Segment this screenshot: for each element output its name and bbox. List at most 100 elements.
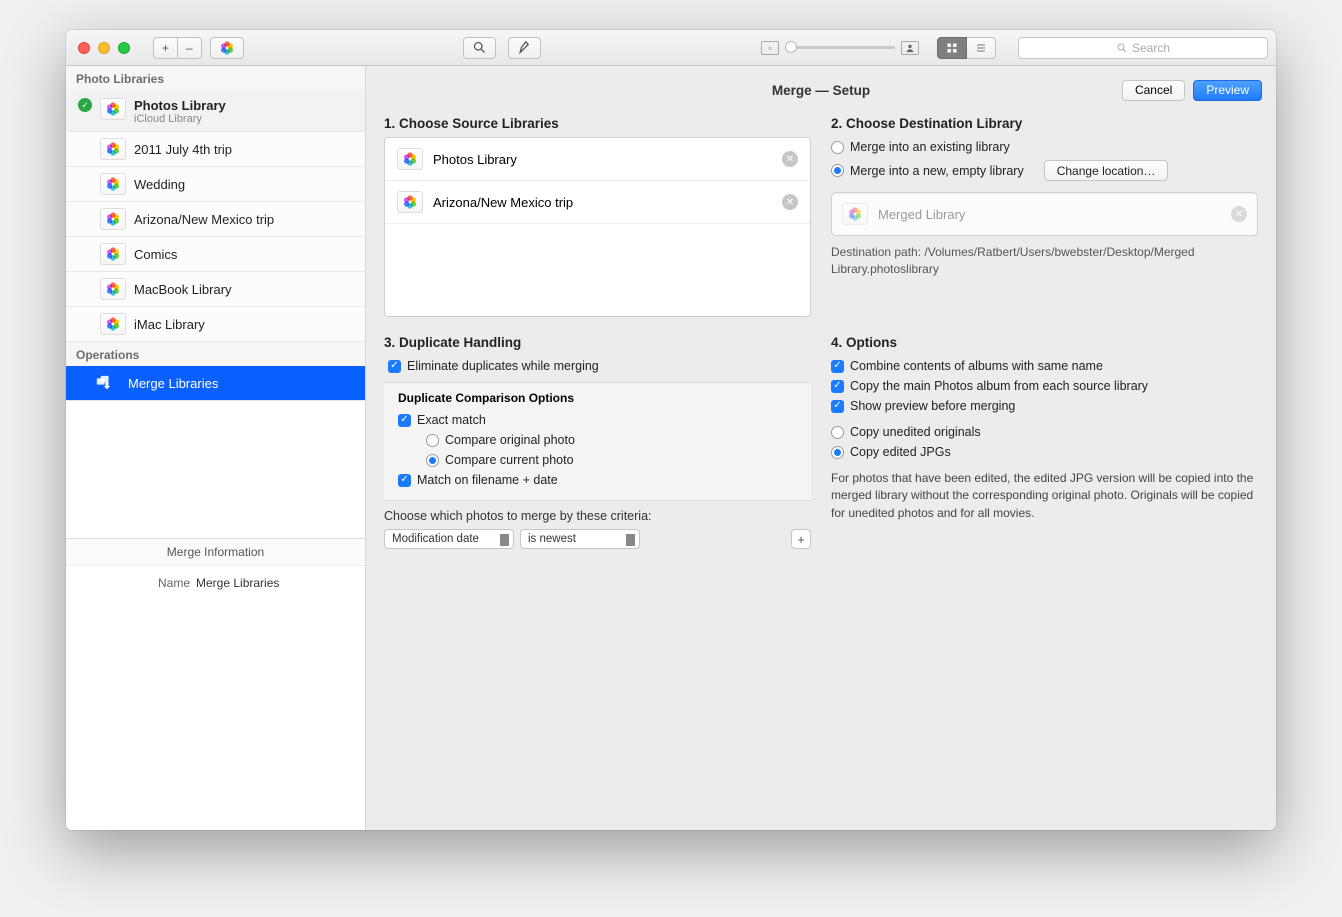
section-duplicate-handling: 3. Duplicate Handling Eliminate duplicat… (384, 335, 811, 549)
photos-library-icon (100, 278, 126, 300)
photos-mode-button[interactable] (210, 37, 244, 59)
checkbox-icon (388, 360, 401, 373)
section-title: 4. Options (831, 335, 1258, 350)
library-row[interactable]: ✓ Photos Library iCloud Library (66, 90, 365, 132)
section-destination-library: 2. Choose Destination Library Merge into… (831, 116, 1258, 317)
section-title: 3. Duplicate Handling (384, 335, 811, 350)
library-row[interactable]: Comics (66, 237, 365, 272)
page-title: Merge — Setup (772, 83, 870, 98)
library-name: 2011 July 4th trip (134, 142, 232, 157)
list-icon (975, 42, 987, 54)
checkbox-match-filename-date[interactable]: Match on filename + date (398, 470, 801, 490)
source-library-name: Photos Library (433, 152, 517, 167)
library-name: Comics (134, 247, 177, 262)
radio-icon (831, 141, 844, 154)
operation-merge-libraries[interactable]: Merge Libraries (66, 366, 365, 400)
merge-icon (96, 374, 118, 392)
add-criteria-button[interactable]: + (791, 529, 811, 549)
list-view-button[interactable] (967, 37, 996, 59)
criteria-row: Modification date▴▾ is newest▴▾ + (384, 529, 811, 549)
checkbox-icon (398, 414, 411, 427)
library-row[interactable]: Wedding (66, 167, 365, 202)
photos-library-icon (100, 138, 126, 160)
duplicate-options-header: Duplicate Comparison Options (398, 391, 801, 405)
destination-library-field[interactable]: Merged Library ✕ (831, 192, 1258, 236)
window-controls (78, 42, 130, 54)
library-list: ✓ Photos Library iCloud Library 2011 Jul… (66, 90, 365, 342)
remove-source-button[interactable]: ✕ (782, 151, 798, 167)
operation-label: Merge Libraries (128, 376, 218, 391)
search-input[interactable]: Search (1018, 37, 1268, 59)
checkbox-show-preview[interactable]: Show preview before merging (831, 396, 1258, 416)
library-name: Arizona/New Mexico trip (134, 212, 274, 227)
library-row[interactable]: Arizona/New Mexico trip (66, 202, 365, 237)
photos-library-icon (100, 173, 126, 195)
photos-library-icon (100, 313, 126, 335)
radio-compare-original[interactable]: Compare original photo (426, 430, 801, 450)
checkbox-icon (831, 360, 844, 373)
zoom-window-button[interactable] (118, 42, 130, 54)
thumbnail-size-control[interactable]: ▫ (761, 41, 919, 55)
source-libraries-box: Photos Library ✕ Arizona/New Mexico trip… (384, 137, 811, 317)
library-row[interactable]: iMac Library (66, 307, 365, 342)
merge-info-label: Name (80, 576, 190, 590)
add-button[interactable]: + (153, 37, 178, 59)
radio-copy-edited[interactable]: Copy edited JPGs (831, 442, 1258, 462)
grid-view-button[interactable] (937, 37, 967, 59)
radio-icon (426, 454, 439, 467)
search-icon (1116, 42, 1128, 54)
radio-merge-new[interactable]: Merge into a new, empty library Change l… (831, 157, 1258, 184)
radio-copy-unedited[interactable]: Copy unedited originals (831, 422, 1258, 442)
photos-library-icon (397, 148, 423, 170)
clear-destination-button[interactable]: ✕ (1231, 206, 1247, 222)
broom-icon (517, 40, 532, 55)
checkbox-icon (831, 400, 844, 413)
detail-pane: Merge — Setup Cancel Preview 1. Choose S… (366, 66, 1276, 830)
library-name: iMac Library (134, 317, 205, 332)
checkbox-combine-albums[interactable]: Combine contents of albums with same nam… (831, 356, 1258, 376)
photos-library-icon (100, 243, 126, 265)
criteria-operator-select[interactable]: is newest▴▾ (520, 529, 640, 549)
options-help-text: For photos that have been edited, the ed… (831, 470, 1258, 522)
library-subtitle: iCloud Library (134, 113, 226, 125)
preview-button[interactable]: Preview (1193, 80, 1262, 101)
remove-button[interactable]: – (178, 37, 202, 59)
source-library-item[interactable]: Photos Library ✕ (385, 138, 810, 181)
photos-library-icon (842, 203, 868, 225)
change-location-button[interactable]: Change location… (1044, 160, 1169, 181)
radio-icon (426, 434, 439, 447)
photos-library-icon (397, 191, 423, 213)
section-source-libraries: 1. Choose Source Libraries Photos Librar… (384, 116, 811, 317)
checkbox-eliminate-duplicates[interactable]: Eliminate duplicates while merging (388, 356, 811, 376)
section-options: 4. Options Combine contents of albums wi… (831, 335, 1258, 549)
checkbox-copy-main-album[interactable]: Copy the main Photos album from each sou… (831, 376, 1258, 396)
sidebar-section-libraries: Photo Libraries (66, 66, 365, 90)
radio-compare-current[interactable]: Compare current photo (426, 450, 801, 470)
person-icon (901, 41, 919, 55)
library-name: MacBook Library (134, 282, 232, 297)
checkbox-exact-match[interactable]: Exact match (398, 410, 801, 430)
sidebar-section-operations: Operations (66, 342, 365, 366)
source-library-item[interactable]: Arizona/New Mexico trip ✕ (385, 181, 810, 224)
inspect-button[interactable] (463, 37, 496, 59)
section-title: 2. Choose Destination Library (831, 116, 1258, 131)
criteria-field-select[interactable]: Modification date▴▾ (384, 529, 514, 549)
broom-button[interactable] (508, 37, 541, 59)
duplicate-comparison-options: Duplicate Comparison Options Exact match… (384, 382, 811, 501)
merge-info-panel: Merge Information Name Merge Libraries (66, 538, 365, 830)
remove-source-button[interactable]: ✕ (782, 194, 798, 210)
checkbox-icon (398, 474, 411, 487)
photos-app-icon (219, 40, 235, 56)
destination-name: Merged Library (878, 207, 1221, 222)
cancel-button[interactable]: Cancel (1122, 80, 1185, 101)
close-window-button[interactable] (78, 42, 90, 54)
library-row[interactable]: 2011 July 4th trip (66, 132, 365, 167)
radio-merge-existing[interactable]: Merge into an existing library (831, 137, 1258, 157)
view-mode-group (937, 37, 996, 59)
minimize-window-button[interactable] (98, 42, 110, 54)
library-name: Wedding (134, 177, 185, 192)
library-row[interactable]: MacBook Library (66, 272, 365, 307)
search-placeholder: Search (1132, 41, 1170, 55)
photos-library-icon (100, 208, 126, 230)
size-slider[interactable] (785, 46, 895, 49)
